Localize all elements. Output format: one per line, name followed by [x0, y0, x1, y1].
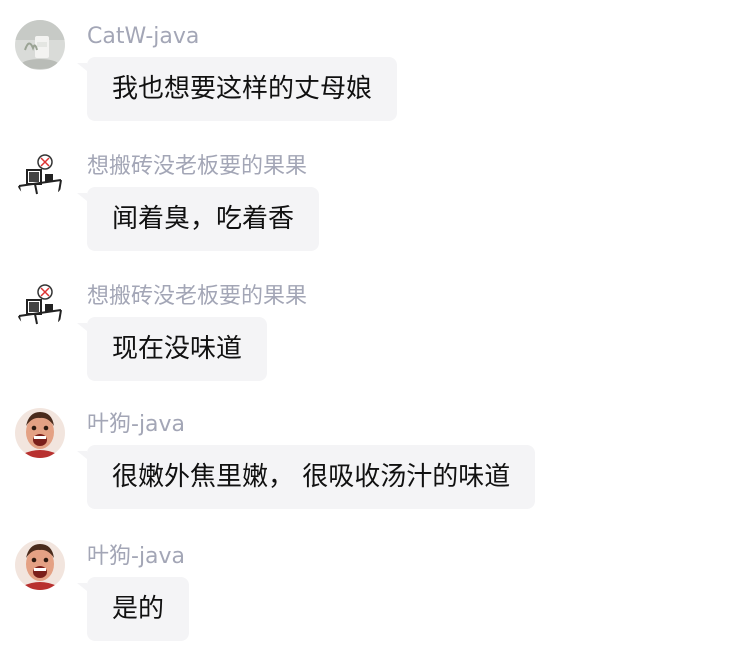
chat-message: 叶狗-java 是的 — [0, 540, 734, 658]
chat-message: CatW-java 我也想要这样的丈母娘 — [0, 20, 734, 138]
sender-name: 叶狗-java — [87, 412, 186, 437]
chat-message-list: CatW-java 我也想要这样的丈母娘 想搬砖没老板要的果果 闻着臭，吃着香 — [0, 0, 734, 646]
message-bubble[interactable]: 现在没味道 — [76, 317, 268, 381]
desk-sketch-avatar-icon[interactable] — [15, 150, 65, 200]
sender-name: 想搬砖没老板要的果果 — [87, 154, 308, 179]
sender-name: 想搬砖没老板要的果果 — [87, 284, 308, 309]
cat-plant-avatar-icon[interactable] — [15, 20, 65, 70]
laughing-man-avatar-icon[interactable] — [15, 540, 65, 590]
laughing-man-avatar-icon[interactable] — [15, 408, 65, 458]
sender-name: CatW-java — [87, 24, 200, 49]
desk-sketch-avatar-icon[interactable] — [15, 280, 65, 330]
message-bubble[interactable]: 很嫩外焦里嫩， 很吸收汤汁的味道 — [76, 445, 536, 509]
message-bubble[interactable]: 我也想要这样的丈母娘 — [76, 57, 398, 121]
chat-message: 叶狗-java 很嫩外焦里嫩， 很吸收汤汁的味道 — [0, 408, 734, 526]
chat-message: 想搬砖没老板要的果果 闻着臭，吃着香 — [0, 150, 734, 268]
message-bubble[interactable]: 是的 — [76, 577, 190, 641]
chat-message: 想搬砖没老板要的果果 现在没味道 — [0, 280, 734, 398]
sender-name: 叶狗-java — [87, 544, 186, 569]
message-bubble[interactable]: 闻着臭，吃着香 — [76, 187, 320, 251]
